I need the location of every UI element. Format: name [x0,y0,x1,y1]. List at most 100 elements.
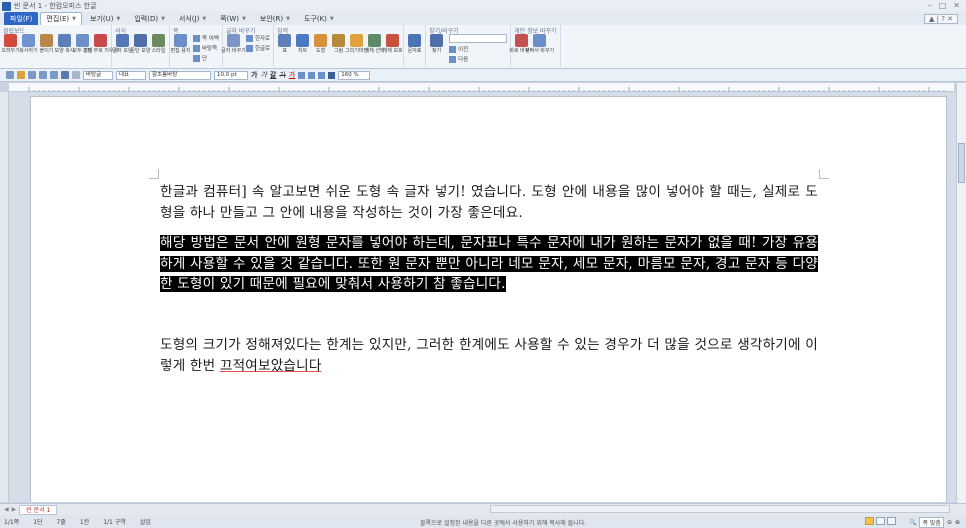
preview-icon[interactable] [50,71,58,79]
style-select[interactable]: 바탕글 [83,70,113,80]
ribbon-button-table[interactable]: 표 [277,34,292,54]
small-button-label: 한자로 [254,36,271,42]
menu-bar: 파일(F) 편집(E) ▼ 보기(U) ▼ 입력(D) ▼ 서식(J) ▼ 쪽(W) ▼ … [0,11,966,26]
ribbon-small-button[interactable]: 한자로 [245,34,271,42]
ribbon-small-button[interactable]: 쪽 여백 [193,34,219,42]
menu-view[interactable]: 보기(U) ▼ [84,12,126,26]
italic-button[interactable]: 가 [260,70,266,80]
vertical-scroll-thumb[interactable] [958,143,965,183]
menu-security[interactable]: 보안(R) ▼ [254,12,296,26]
small-button-label: 쪽 여백 [202,36,219,42]
ribbon-collapse-help[interactable]: ▲ | ? ✕ [924,14,958,24]
ribbon-button-clear-marks[interactable]: 조판 부호 지우기 [83,34,118,54]
tab-next-icon[interactable]: ▶ [12,506,17,513]
menu-view-label: 보기(U) [90,14,114,23]
align-left-icon[interactable] [298,71,306,79]
status-page[interactable]: 1/1쪽 [4,517,19,526]
ribbon-button-shape[interactable]: 도형 [313,34,328,54]
ribbon-button-drawing[interactable]: 그리기마당 [345,34,368,54]
save-icon[interactable] [28,71,36,79]
undo-icon[interactable] [61,71,69,79]
zoom-in-icon[interactable]: ⊕ [955,519,960,526]
zoom-icon[interactable]: 🔍 [909,519,916,526]
bold-button[interactable]: 가 [251,70,257,80]
ribbon-button-find-replace[interactable]: 찾아서 바꾸기 [525,34,554,54]
align-right-icon[interactable] [318,71,326,79]
ribbon-button-label: 개체 보호 [382,48,403,54]
copy-icon [22,34,35,47]
document-area[interactable]: 한글과 컴퓨터] 속 알고보면 쉬운 도형 속 글자 넣기! 였습니다. 도형 … [9,92,956,502]
ribbon-button-page-setup[interactable]: 편집 용지 [171,34,191,62]
lang-select[interactable]: 대표 [116,70,146,80]
print-icon[interactable] [39,71,47,79]
ribbon-button-chart[interactable]: 차트 [295,34,310,54]
ribbon-small-button[interactable]: 바탕쪽 [193,44,219,52]
quick-replace-icon [515,34,529,47]
selected-text[interactable]: 해당 방법은 문서 안에 원형 문자를 넣어야 하는데, 문자표나 특수 문자에… [160,235,818,292]
ribbon-button-scissors[interactable]: 오려두기 [1,34,20,54]
line-spacing-input[interactable]: 160 % [338,70,371,80]
tab-document[interactable]: 빈 문서 1 [19,504,58,515]
menu-page[interactable]: 쪽(W) ▼ [214,12,252,26]
web-view-button[interactable] [876,517,885,525]
ribbon-button-picture[interactable]: 그림 [331,34,346,54]
horizontal-ruler[interactable] [9,83,954,92]
tab-prev-icon[interactable]: ◀ [4,506,9,513]
ribbon-button-format-copy[interactable]: 모양 복사 [55,34,75,54]
maximize-button[interactable]: □ [939,1,947,10]
zoom-select[interactable]: 폭 맞춤 [919,517,944,528]
paragraph-2-selected[interactable]: 해당 방법은 문서 안에 원형 문자를 넣어야 하는데, 문자표나 특수 문자에… [160,233,818,295]
underline-button[interactable]: 갈 [270,70,276,80]
normal-view-button[interactable] [865,517,874,525]
ribbon-small-button[interactable]: 이전 [449,45,507,53]
redo-icon[interactable] [72,71,80,79]
menu-tools[interactable]: 도구(K) ▼ [298,12,340,26]
document-page[interactable]: 한글과 컴퓨터] 속 알고보면 쉬운 도형 속 글자 넣기! 였습니다. 도형 … [30,96,947,502]
font-size-input[interactable]: 10.0 pt [214,70,248,80]
close-button[interactable]: ✕ [953,1,960,10]
vertical-ruler[interactable] [0,92,9,502]
paragraph-3[interactable]: 도형의 크기가 정해져있다는 한계는 있지만, 그러한 한계에도 사용할 수 있… [160,335,818,376]
strike-button[interactable]: 가 [279,70,285,80]
status-sect: 1/1 구역 [103,519,126,526]
ribbon-button-binoculars[interactable]: 찾기 [429,34,444,63]
font-color-button[interactable]: 가 [289,70,295,80]
ribbon-button-object-protect[interactable]: 개체 보호 [382,34,403,54]
paragraph-1[interactable]: 한글과 컴퓨터] 속 알고보면 쉬운 도형 속 글자 넣기! 였습니다. 도형 … [160,182,818,223]
ribbon-button-paste[interactable]: 붙이기 [39,34,54,54]
ribbon-small-button[interactable]: 단 [193,54,219,62]
ribbon-button-symbol[interactable]: 문자표 [407,34,422,54]
menu-format[interactable]: 서식(J) ▼ [173,12,212,26]
status-mode[interactable]: 삽입 [140,517,151,526]
ribbon-button-copy[interactable]: 복사하기 [19,34,38,54]
zoom-out-icon[interactable]: ⊖ [947,519,952,526]
line-spacing-unit: % [353,71,359,78]
new-doc-icon[interactable] [6,71,14,79]
spellcheck-underlined-word[interactable]: 끄적여보았습니다 [220,358,322,374]
ribbon-button-char-replace[interactable]: 글자 바꾸기 [221,34,246,54]
drawing-icon [350,34,364,47]
ribbon-small-button[interactable]: 한글로 [245,44,270,52]
horizontal-scrollbar[interactable] [490,505,950,513]
find-input[interactable] [449,34,508,43]
minimize-button[interactable]: – [928,1,932,10]
open-icon[interactable] [17,71,25,79]
align-justify-icon[interactable] [328,71,336,79]
menu-insert[interactable]: 입력(D) ▼ [128,12,171,26]
status-section: 1단 [33,519,43,526]
ribbon-button-char-shape[interactable]: 글자 모양 [113,34,133,54]
ribbon-small-button[interactable]: 다음 [449,55,507,63]
ribbon-group-label: 서식 [115,28,127,35]
vertical-scrollbar[interactable] [956,83,966,503]
ribbon-button-style[interactable]: 스타일 [151,34,166,54]
view-mode-buttons [865,517,896,525]
menu-file[interactable]: 파일(F) [4,11,39,26]
ribbon-button-label: 찾아서 바꾸기 [525,48,555,54]
outline-view-button[interactable] [887,517,896,525]
chevron-down-icon: ▼ [202,15,207,22]
ribbon-button-object-select[interactable]: 개체 선택 [365,34,385,54]
menu-edit[interactable]: 편집(E) ▼ [40,11,82,26]
font-select[interactable]: 함초롬바탕 [149,70,211,80]
ribbon-button-para-shape[interactable]: 문단 모양 [131,34,151,54]
align-center-icon[interactable] [308,71,316,79]
